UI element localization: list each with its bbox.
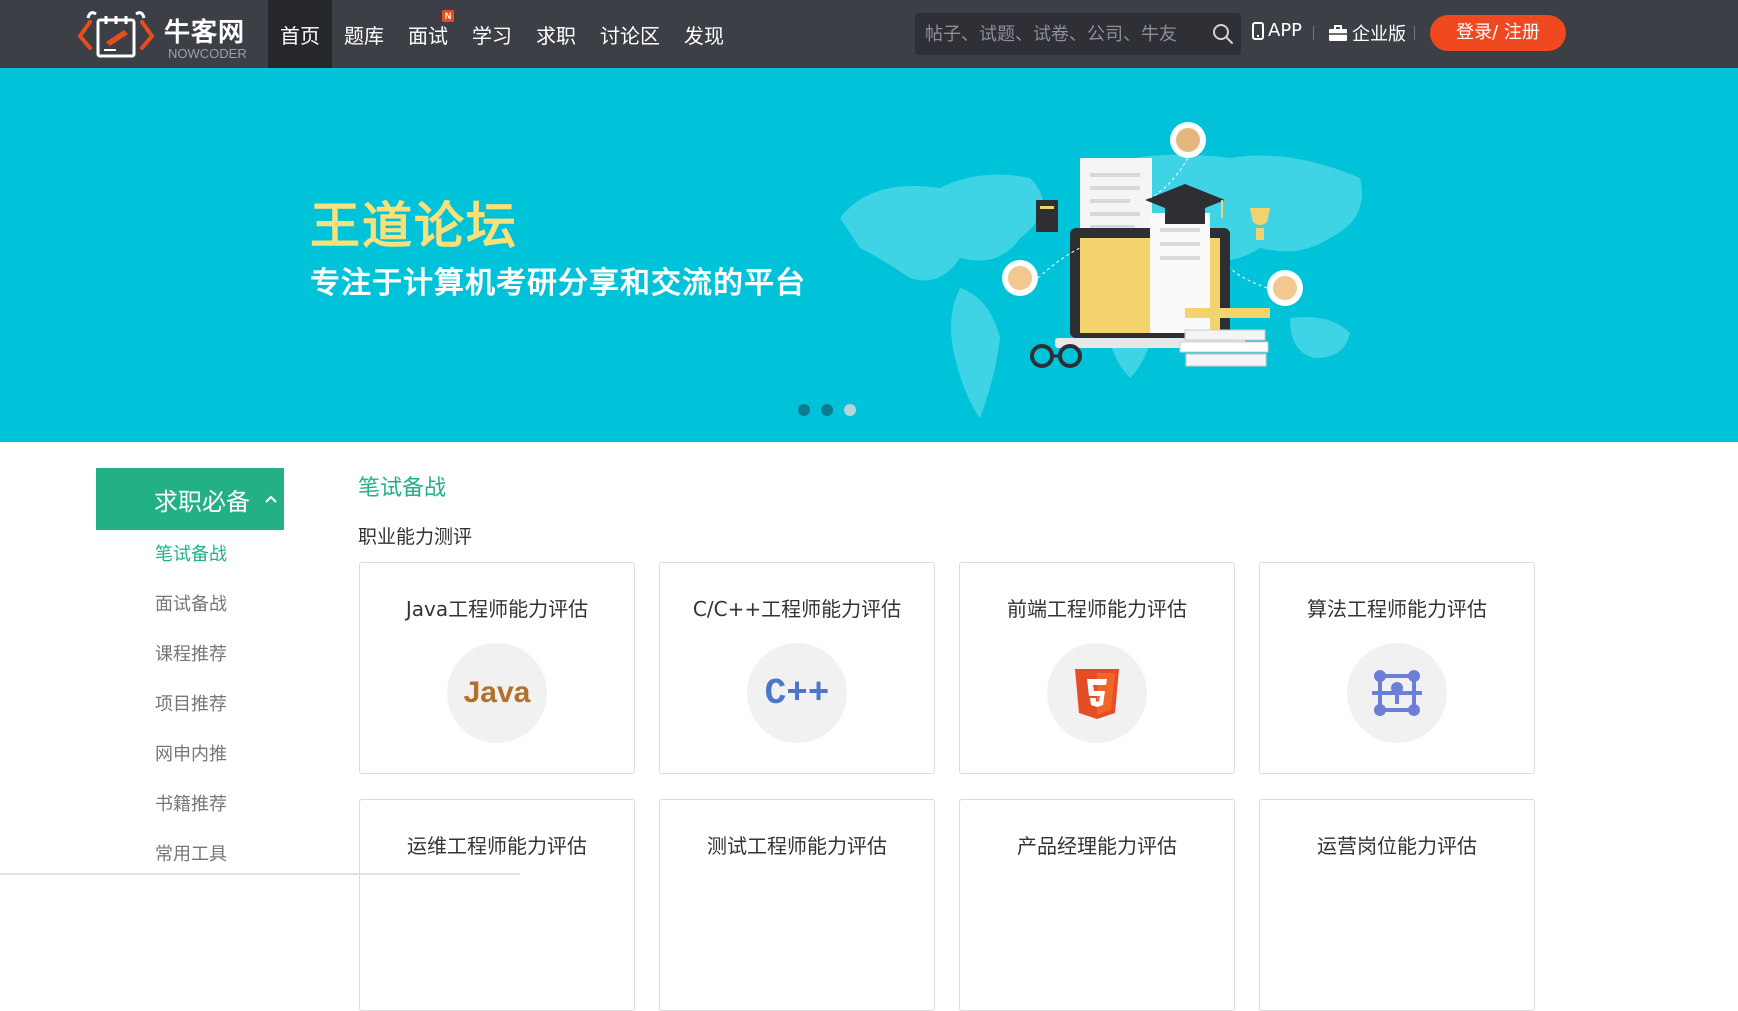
cpp-icon-text: C++ [764, 672, 830, 714]
assessment-card-algorithm[interactable]: 算法工程师能力评估 [1259, 562, 1535, 774]
network-graph-icon [1372, 670, 1422, 716]
hero-banner[interactable]: 王道论坛 专注于计算机考研分享和交流的平台 [0, 68, 1738, 442]
divider [1313, 26, 1314, 40]
search-box [915, 13, 1241, 55]
chevron-up-icon [265, 495, 277, 503]
app-link[interactable]: APP [1252, 20, 1302, 41]
world-map-illustration [840, 122, 1362, 418]
enterprise-label: 企业版 [1352, 24, 1406, 45]
sidebar-item-referrals[interactable]: 网申内推 [155, 740, 227, 790]
app-label: APP [1268, 20, 1303, 41]
logo-text: 牛客网 [164, 18, 246, 48]
nav-learn-label: 学习 [472, 23, 512, 48]
carousel-dot[interactable] [821, 404, 833, 416]
sidebar-item-tools[interactable]: 常用工具 [155, 840, 227, 890]
carousel-dot-active[interactable] [844, 404, 856, 416]
divider [1414, 26, 1415, 40]
assessment-card-qa[interactable]: 测试工程师能力评估 [659, 799, 935, 1011]
nowcoder-logo-icon [77, 11, 155, 58]
nav-interview[interactable]: 面试 N [396, 0, 460, 68]
carousel-dot[interactable] [798, 404, 810, 416]
card-label: 算法工程师能力评估 [1307, 597, 1487, 621]
briefcase-icon [1329, 24, 1347, 41]
assessment-card-ops[interactable]: 运维工程师能力评估 [359, 799, 635, 1011]
assessment-card-java[interactable]: Java工程师能力评估 Java [359, 562, 635, 774]
card-label: C/C++工程师能力评估 [692, 597, 902, 621]
search-icon[interactable] [1211, 22, 1235, 46]
sidebar-heading: 求职必备 [154, 487, 250, 516]
nav-discussion-label: 讨论区 [600, 23, 660, 48]
nav-discussion[interactable]: 讨论区 [588, 0, 672, 68]
nav-discover-label: 发现 [684, 23, 724, 48]
sidebar-section-header[interactable]: 求职必备 [96, 468, 284, 530]
sidebar-item-written-test[interactable]: 笔试备战 [155, 540, 227, 590]
card-label: Java工程师能力评估 [405, 597, 589, 621]
html5-icon [1047, 643, 1147, 743]
main-nav: 首页 题库 面试 N 学习 求职 讨论区 发现 [268, 0, 736, 68]
nav-interview-label: 面试 [408, 23, 448, 48]
java-icon: Java [447, 643, 547, 743]
carousel-indicators [798, 404, 856, 416]
search-input[interactable] [915, 13, 1185, 55]
card-label: 产品经理能力评估 [1017, 834, 1177, 858]
phone-icon [1252, 21, 1264, 40]
sidebar-menu: 笔试备战 面试备战 课程推荐 项目推荐 网申内推 书籍推荐 常用工具 [155, 540, 227, 890]
nav-question-bank[interactable]: 题库 [332, 0, 396, 68]
assessment-card-operations[interactable]: 运营岗位能力评估 [1259, 799, 1535, 1011]
nav-home-label: 首页 [280, 23, 320, 48]
card-label: 前端工程师能力评估 [1007, 597, 1187, 621]
nav-discover[interactable]: 发现 [672, 0, 736, 68]
nav-learn[interactable]: 学习 [460, 0, 524, 68]
assessment-card-cpp[interactable]: C/C++工程师能力评估 C++ [659, 562, 935, 774]
new-badge: N [442, 10, 454, 22]
banner-title: 王道论坛 [310, 197, 518, 255]
nav-jobs-label: 求职 [536, 23, 576, 48]
banner-subtitle: 专注于计算机考研分享和交流的平台 [310, 266, 806, 301]
card-label: 测试工程师能力评估 [707, 834, 887, 858]
assessment-card-frontend[interactable]: 前端工程师能力评估 [959, 562, 1235, 774]
nav-home[interactable]: 首页 [268, 0, 332, 68]
top-navigation-bar: 牛客网 NOWCODER 首页 题库 面试N 学习 求职 讨论区 发现 APP … [0, 0, 1738, 68]
sidebar-item-interview-prep[interactable]: 面试备战 [155, 590, 227, 640]
logo-subtext: NOWCODER [168, 46, 247, 61]
sidebar-item-books[interactable]: 书籍推荐 [155, 790, 227, 840]
subsection-title: 职业能力测评 [358, 526, 473, 548]
login-register-button[interactable]: 登录/ 注册 [1430, 15, 1566, 51]
enterprise-link[interactable]: 企业版 [1328, 20, 1406, 46]
cpp-icon: C++ [747, 643, 847, 743]
algorithm-icon [1347, 643, 1447, 743]
horizontal-scrollbar[interactable] [0, 873, 520, 875]
section-title: 笔试备战 [358, 476, 447, 501]
html5-shield-icon [1075, 669, 1119, 719]
nav-jobs[interactable]: 求职 [524, 0, 588, 68]
nav-question-bank-label: 题库 [344, 23, 384, 48]
card-label: 运维工程师能力评估 [407, 834, 587, 858]
card-label: 运营岗位能力评估 [1317, 834, 1477, 858]
logo[interactable]: 牛客网 NOWCODER [76, 6, 266, 62]
sidebar-item-courses[interactable]: 课程推荐 [155, 640, 227, 690]
sidebar-item-projects[interactable]: 项目推荐 [155, 690, 227, 740]
assessment-card-pm[interactable]: 产品经理能力评估 [959, 799, 1235, 1011]
java-icon-text: Java [463, 676, 531, 709]
